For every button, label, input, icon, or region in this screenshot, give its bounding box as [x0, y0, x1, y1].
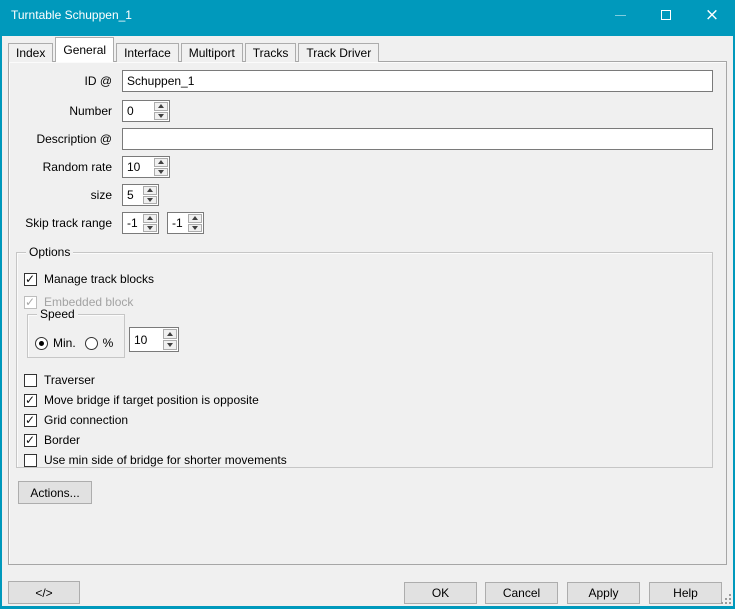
- speed-spin-down-button[interactable]: [163, 340, 177, 350]
- spin-down-icon: [167, 343, 173, 347]
- speed-min-label[interactable]: Min.: [53, 336, 76, 350]
- spin-down-icon: [147, 198, 153, 202]
- use-min-side-checkbox[interactable]: [24, 454, 37, 467]
- maximize-button[interactable]: [643, 0, 689, 30]
- size-label: size: [14, 184, 112, 206]
- size-spin-up-button[interactable]: [143, 186, 157, 195]
- number-label: Number: [14, 100, 112, 122]
- grid-connection-label[interactable]: Grid connection: [44, 413, 128, 427]
- window-title: Turntable Schuppen_1: [11, 0, 132, 30]
- close-button[interactable]: ×: [689, 0, 735, 30]
- minimize-icon: [615, 15, 626, 16]
- skip-track-range-value-1[interactable]: -1: [123, 213, 142, 233]
- description-label: Description @: [14, 128, 112, 150]
- apply-button[interactable]: Apply: [567, 582, 640, 604]
- grid-connection-checkbox[interactable]: [24, 414, 37, 427]
- speed-value[interactable]: 10: [130, 328, 162, 351]
- number-spin-down-button[interactable]: [154, 112, 168, 121]
- dialog-window: Turntable Schuppen_1 × Index General Int…: [0, 0, 735, 609]
- description-input[interactable]: [122, 128, 713, 150]
- random-rate-label: Random rate: [14, 156, 112, 178]
- move-bridge-checkbox[interactable]: [24, 394, 37, 407]
- help-button[interactable]: Help: [649, 582, 722, 604]
- id-input[interactable]: [122, 70, 713, 92]
- size-value[interactable]: 5: [123, 185, 142, 205]
- speed-percent-radio[interactable]: [85, 337, 98, 350]
- window-border-left: [0, 36, 2, 606]
- id-label: ID @: [14, 70, 112, 92]
- manage-track-blocks-row: Manage track blocks: [24, 272, 154, 286]
- actions-button[interactable]: Actions...: [18, 481, 92, 504]
- random-rate-value[interactable]: 10: [123, 157, 153, 177]
- speed-radio-row: Min. %: [35, 336, 113, 350]
- tab-strip: Index General Interface Multiport Tracks…: [8, 37, 381, 62]
- tab-interface[interactable]: Interface: [116, 43, 179, 62]
- maximize-icon: [661, 10, 671, 20]
- use-min-side-label[interactable]: Use min side of bridge for shorter movem…: [44, 453, 287, 467]
- skip2-spin-up-button[interactable]: [188, 214, 202, 223]
- move-bridge-label[interactable]: Move bridge if target position is opposi…: [44, 393, 259, 407]
- spin-up-icon: [147, 188, 153, 192]
- skip1-spin-up-button[interactable]: [143, 214, 157, 223]
- speed-spin-up-button[interactable]: [163, 329, 177, 339]
- grid-connection-row: Grid connection: [24, 413, 128, 427]
- skip-track-range-label: Skip track range: [14, 212, 112, 234]
- spin-down-icon: [147, 226, 153, 230]
- spin-up-icon: [147, 216, 153, 220]
- skip-track-range-spinner-1[interactable]: -1: [122, 212, 159, 234]
- resize-grip-icon: [721, 594, 723, 596]
- spin-up-icon: [167, 332, 173, 336]
- use-min-side-row: Use min side of bridge for shorter movem…: [24, 453, 287, 467]
- resize-grip[interactable]: [721, 594, 733, 606]
- spin-down-icon: [158, 114, 164, 118]
- move-bridge-row: Move bridge if target position is opposi…: [24, 393, 259, 407]
- options-groupbox: Options Manage track blocks Embedded blo…: [16, 252, 713, 468]
- speed-percent-label[interactable]: %: [103, 336, 114, 350]
- random-rate-spin-down-button[interactable]: [154, 168, 168, 177]
- options-group-title: Options: [26, 245, 73, 259]
- speed-group-title: Speed: [37, 307, 78, 321]
- traverser-checkbox[interactable]: [24, 374, 37, 387]
- code-view-button[interactable]: </>: [8, 581, 80, 604]
- traverser-row: Traverser: [24, 373, 95, 387]
- number-value[interactable]: 0: [123, 101, 153, 121]
- border-row: Border: [24, 433, 80, 447]
- titlebar[interactable]: Turntable Schuppen_1 ×: [0, 0, 735, 36]
- close-icon: ×: [705, 7, 719, 24]
- tab-multiport[interactable]: Multiport: [181, 43, 243, 62]
- manage-track-blocks-checkbox[interactable]: [24, 273, 37, 286]
- ok-button[interactable]: OK: [404, 582, 477, 604]
- spin-up-icon: [192, 216, 198, 220]
- tab-tracks[interactable]: Tracks: [245, 43, 297, 62]
- spin-up-icon: [158, 160, 164, 164]
- tab-index[interactable]: Index: [8, 43, 53, 62]
- spin-down-icon: [158, 170, 164, 174]
- size-spinner[interactable]: 5: [122, 184, 159, 206]
- spin-up-icon: [158, 104, 164, 108]
- number-spin-up-button[interactable]: [154, 102, 168, 111]
- number-spinner[interactable]: 0: [122, 100, 170, 122]
- spin-down-icon: [192, 226, 198, 230]
- manage-track-blocks-label[interactable]: Manage track blocks: [44, 272, 154, 286]
- skip-track-range-value-2[interactable]: -1: [168, 213, 187, 233]
- cancel-button[interactable]: Cancel: [485, 582, 558, 604]
- tab-general[interactable]: General: [55, 37, 114, 62]
- embedded-block-checkbox: [24, 296, 37, 309]
- border-checkbox[interactable]: [24, 434, 37, 447]
- speed-min-radio[interactable]: [35, 337, 48, 350]
- speed-spinner[interactable]: 10: [129, 327, 179, 352]
- skip-track-range-spinner-2[interactable]: -1: [167, 212, 204, 234]
- random-rate-spinner[interactable]: 10: [122, 156, 170, 178]
- random-rate-spin-up-button[interactable]: [154, 158, 168, 167]
- size-spin-down-button[interactable]: [143, 196, 157, 205]
- tab-page-general: ID @ Number 0 Description @ Random rate …: [8, 61, 727, 565]
- minimize-button: [597, 0, 643, 30]
- border-label[interactable]: Border: [44, 433, 80, 447]
- tab-track-driver[interactable]: Track Driver: [298, 43, 379, 62]
- traverser-label[interactable]: Traverser: [44, 373, 95, 387]
- skip2-spin-down-button[interactable]: [188, 224, 202, 233]
- speed-groupbox: Speed Min. %: [27, 314, 125, 358]
- skip1-spin-down-button[interactable]: [143, 224, 157, 233]
